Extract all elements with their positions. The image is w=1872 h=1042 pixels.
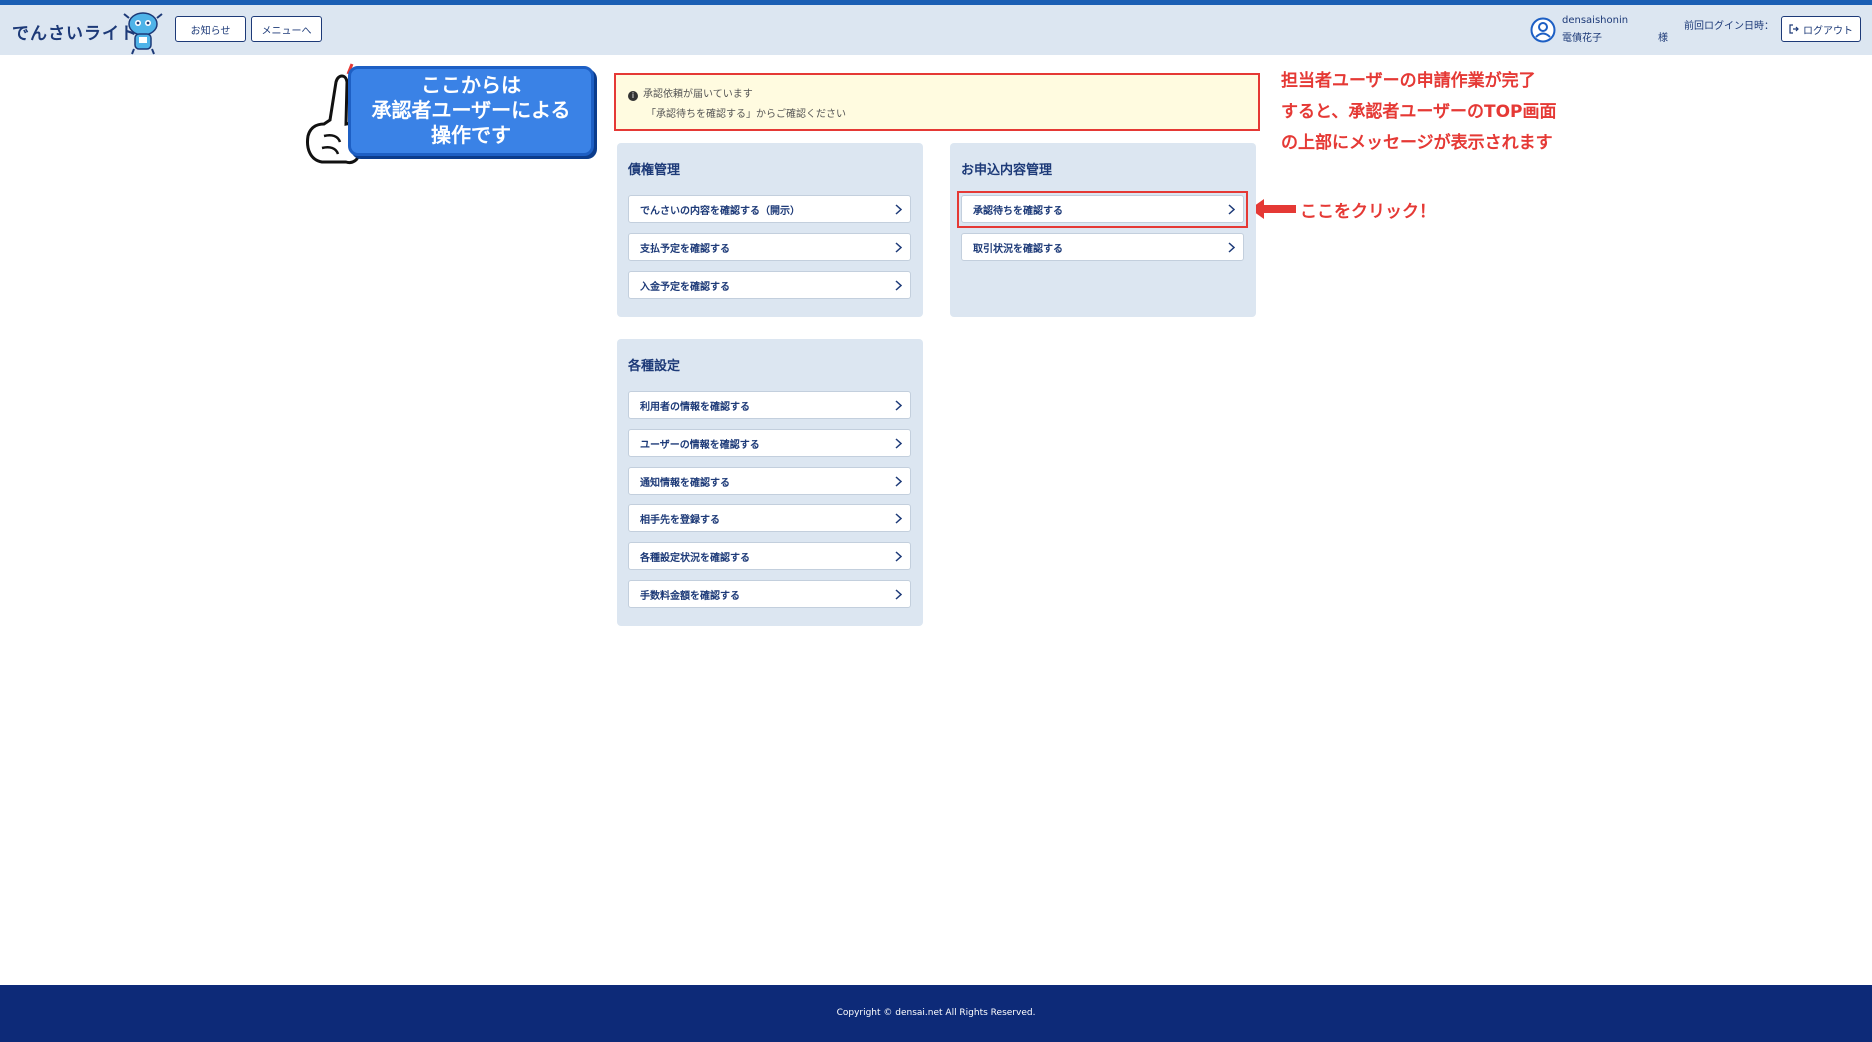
applications-panel: お申込内容管理 承認待ちを確認する 取引状況を確認する bbox=[950, 143, 1256, 317]
claims-panel-title: 債権管理 bbox=[628, 163, 681, 178]
annotation-line-2: すると、承認者ユーザーのTOP画面 bbox=[1281, 102, 1557, 122]
user-avatar-icon bbox=[1530, 17, 1556, 43]
view-transaction-status-button[interactable]: 取引状況を確認する bbox=[961, 233, 1244, 261]
logout-button[interactable]: ログアウト bbox=[1781, 16, 1861, 42]
notice-line-2: 「承認待ちを確認する」からご確認ください bbox=[646, 109, 846, 120]
view-user-info-button[interactable]: 利用者の情報を確認する bbox=[628, 391, 911, 419]
approver-callout: ここからは 承認者ユーザーによる 操作です bbox=[348, 66, 594, 156]
user-id: densaishonin bbox=[1562, 15, 1629, 26]
logout-label: ログアウト bbox=[1803, 25, 1853, 37]
view-payment-schedule-button[interactable]: 支払予定を確認する bbox=[628, 233, 911, 261]
view-receipt-schedule-button[interactable]: 入金予定を確認する bbox=[628, 271, 911, 299]
annotation-text: 担当者ユーザーの申請作業が完了 すると、承認者ユーザーのTOP画面 の上部にメッ… bbox=[1281, 66, 1557, 159]
annotation-line-1: 担当者ユーザーの申請作業が完了 bbox=[1281, 71, 1536, 91]
chevron-right-icon bbox=[895, 589, 902, 600]
notice-line-1: 承認依頼が届いています bbox=[643, 89, 753, 100]
link-label: 通知情報を確認する bbox=[640, 477, 730, 489]
view-settings-status-button[interactable]: 各種設定状況を確認する bbox=[628, 542, 911, 570]
claims-panel: 債権管理 でんさいの内容を確認する（開示） 支払予定を確認する 入金予定を確認す… bbox=[617, 143, 923, 317]
link-label: 取引状況を確認する bbox=[973, 243, 1063, 255]
register-counterparty-button[interactable]: 相手先を登録する bbox=[628, 504, 911, 532]
settings-panel: 各種設定 利用者の情報を確認する ユーザーの情報を確認する 通知情報を確認する … bbox=[617, 339, 923, 626]
callout-line-2: 承認者ユーザーによる bbox=[371, 98, 571, 122]
chevron-right-icon bbox=[895, 476, 902, 487]
chevron-right-icon bbox=[895, 551, 902, 562]
news-button[interactable]: お知らせ bbox=[175, 16, 246, 42]
info-icon: i bbox=[628, 91, 638, 101]
link-label: 相手先を登録する bbox=[640, 514, 720, 526]
chevron-right-icon bbox=[895, 438, 902, 449]
link-label: 支払予定を確認する bbox=[640, 243, 730, 255]
chevron-right-icon bbox=[895, 400, 902, 411]
chevron-right-icon bbox=[895, 242, 902, 253]
annotation-line-3: の上部にメッセージが表示されます bbox=[1281, 133, 1553, 153]
callout-line-3: 操作です bbox=[431, 123, 511, 147]
copyright-text: Copyright © densai.net All Rights Reserv… bbox=[836, 1008, 1036, 1018]
view-notification-info-button[interactable]: 通知情報を確認する bbox=[628, 467, 911, 495]
view-user-account-info-button[interactable]: ユーザーの情報を確認する bbox=[628, 429, 911, 457]
logout-icon bbox=[1789, 24, 1799, 34]
applications-panel-title: お申込内容管理 bbox=[961, 163, 1053, 178]
link-label: 利用者の情報を確認する bbox=[640, 401, 750, 413]
link-label: ユーザーの情報を確認する bbox=[640, 439, 760, 451]
click-here-annotation: ここをクリック！ bbox=[1300, 202, 1436, 222]
app-header: でんさいライト お知らせ メニューへ densaishonin 電債花子 様 前… bbox=[0, 5, 1872, 55]
chevron-right-icon bbox=[895, 280, 902, 291]
highlight-frame bbox=[957, 191, 1248, 228]
page-footer: Copyright © densai.net All Rights Reserv… bbox=[0, 985, 1872, 1042]
chevron-right-icon bbox=[895, 513, 902, 524]
link-label: 手数料金額を確認する bbox=[640, 590, 740, 602]
honorific: 様 bbox=[1658, 33, 1668, 44]
last-login-label: 前回ログイン日時： bbox=[1684, 21, 1774, 32]
link-label: 入金予定を確認する bbox=[640, 281, 730, 293]
chevron-right-icon bbox=[895, 204, 902, 215]
left-arrow-icon bbox=[1250, 199, 1296, 219]
chevron-right-icon bbox=[1228, 242, 1235, 253]
user-name: 電債花子 bbox=[1562, 33, 1602, 44]
view-fee-amount-button[interactable]: 手数料金額を確認する bbox=[628, 580, 911, 608]
view-densai-details-button[interactable]: でんさいの内容を確認する（開示） bbox=[628, 195, 911, 223]
approval-notice: i 承認依頼が届いています 「承認待ちを確認する」からご確認ください bbox=[614, 73, 1260, 131]
link-label: 各種設定状況を確認する bbox=[640, 552, 750, 564]
callout-line-1: ここからは bbox=[421, 73, 521, 97]
mascot-logo-icon bbox=[123, 12, 163, 55]
settings-panel-title: 各種設定 bbox=[628, 359, 681, 374]
menu-button[interactable]: メニューへ bbox=[251, 16, 322, 42]
link-label: でんさいの内容を確認する（開示） bbox=[640, 205, 800, 217]
